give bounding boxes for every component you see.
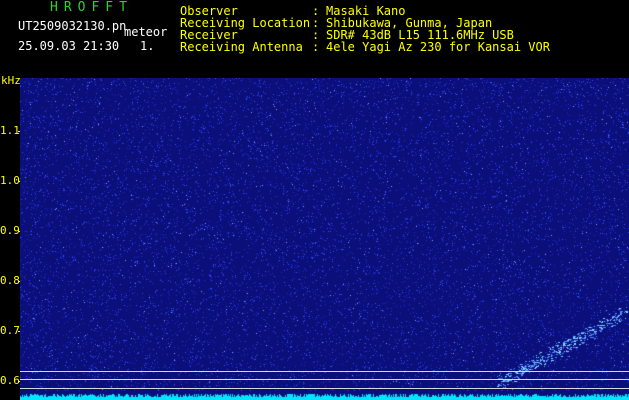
y-tick-label: 0.7 [0,324,20,337]
antenna-colon: : [312,40,320,54]
datetime-label: 25.09.03 21:30 [18,39,120,53]
count-label: 1. [140,39,155,53]
mode-label: meteor [124,25,168,39]
y-tick-label: 1.0 [0,174,20,187]
y-tick-label: 0.6 [0,374,20,387]
y-tick-label: 0.9 [0,224,20,237]
file-name: UT2509032130.pn [18,19,127,33]
reference-line [20,371,629,372]
y-tick-label: 1.1 [0,124,20,137]
y-axis-unit: kHz [1,74,21,87]
reference-line [20,388,629,389]
waterfall-plot [20,78,629,400]
reference-line [20,379,629,380]
app-title: HROFFT [50,0,133,15]
noise-field [20,78,629,400]
baseline-strip [20,391,629,400]
spectrogram-screen: HROFFT UT2509032130.pn meteor 25.09.03 2… [0,0,629,400]
y-tick-label: 0.8 [0,274,20,287]
antenna-value: 4ele Yagi Az 230 for Kansai VOR [326,40,550,54]
antenna-label: Receiving Antenna [180,40,303,54]
